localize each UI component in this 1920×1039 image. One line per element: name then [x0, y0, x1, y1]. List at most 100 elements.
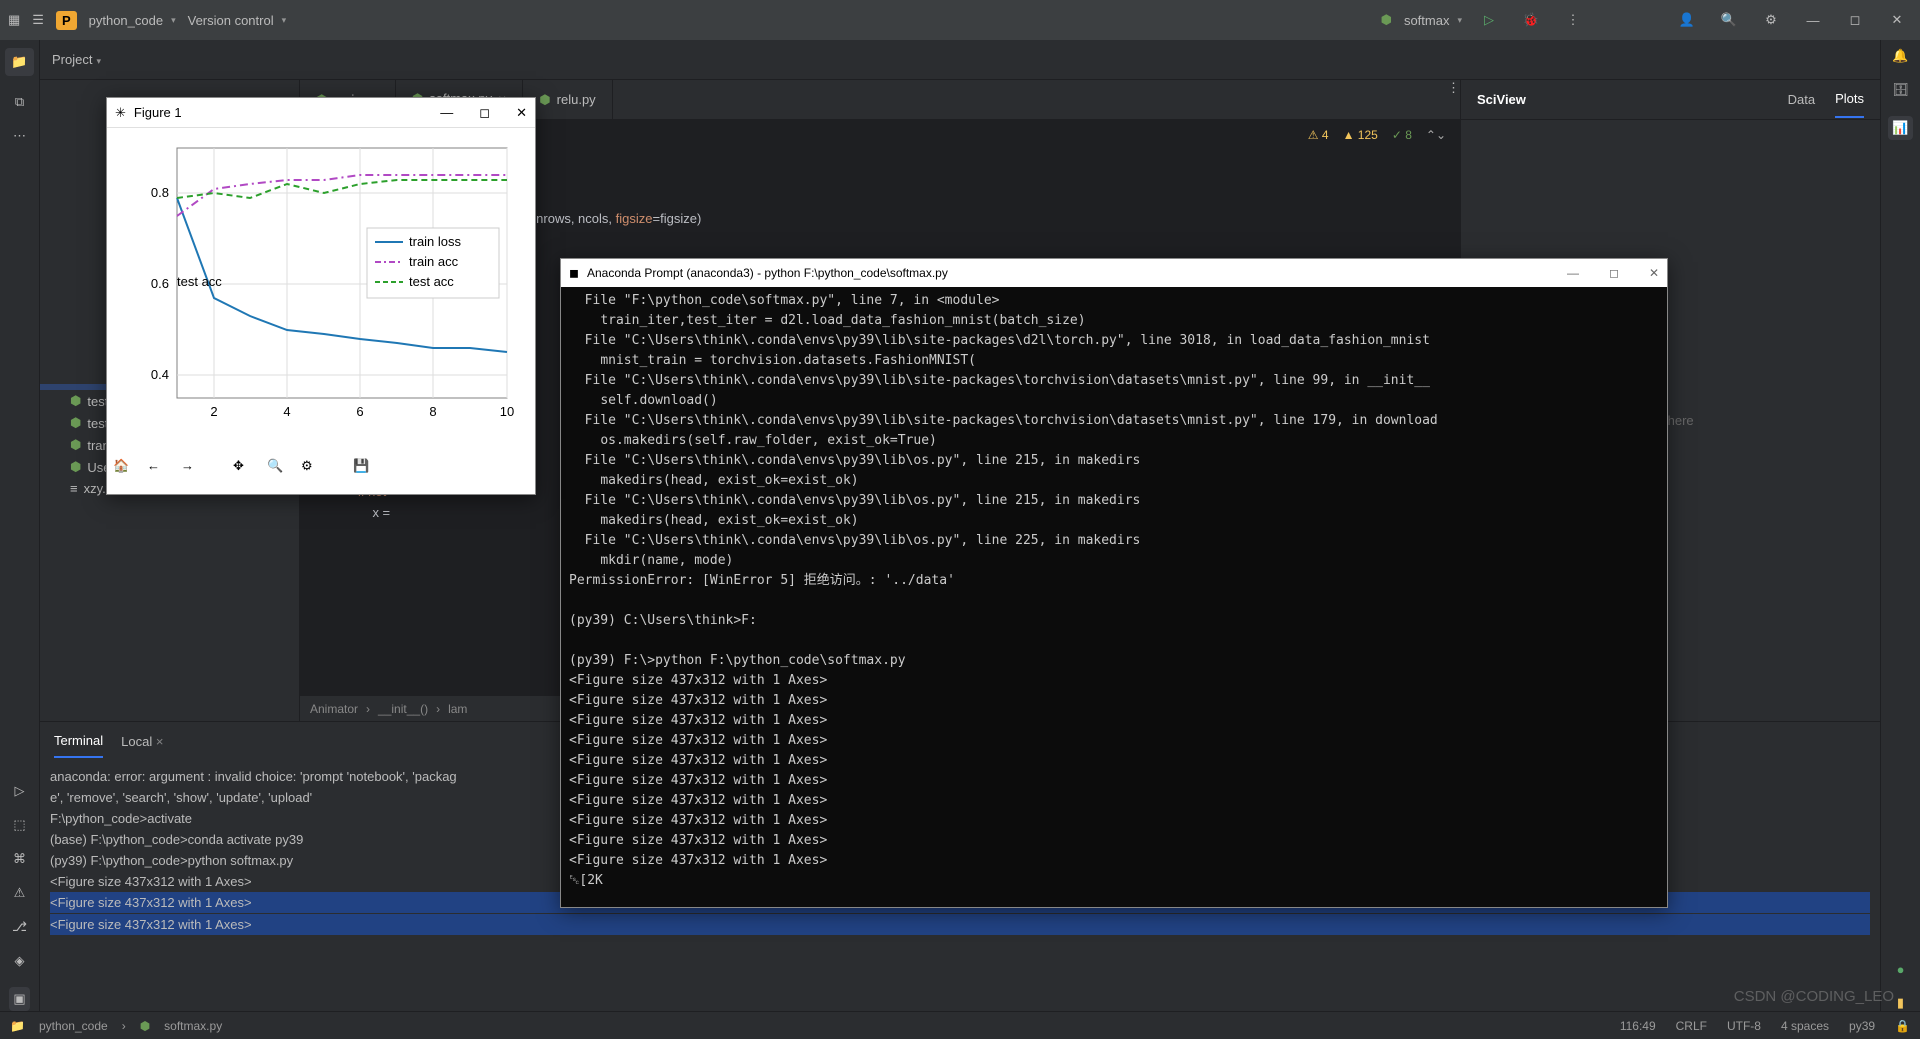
terminal-tool-icon[interactable]: ▣ [9, 987, 29, 1011]
svg-text:0.8: 0.8 [151, 185, 169, 200]
sciview-tool-icon[interactable]: 📊 [1888, 116, 1912, 140]
more-icon[interactable]: ⋮ [1558, 5, 1588, 35]
tab-menu-icon[interactable]: ⋮ [1447, 80, 1460, 119]
svg-text:test acc: test acc [409, 274, 454, 289]
problems-icon[interactable]: ⚠ [14, 885, 26, 901]
anaconda-title-text: Anaconda Prompt (anaconda3) - python F:\… [587, 266, 948, 280]
right-tool-rail: 🔔 🗄 📊 ● ▮ [1880, 40, 1920, 1011]
tab-relu[interactable]: ⬢relu.py [523, 80, 612, 119]
account-icon[interactable]: 👤 [1672, 5, 1702, 35]
database-icon[interactable]: 🗄 [1892, 82, 1909, 98]
error-count: 4 [1322, 128, 1329, 142]
maximize-icon[interactable]: ◻ [1840, 5, 1870, 35]
status-position[interactable]: 116:49 [1620, 1019, 1656, 1033]
crumb[interactable]: __init__() [378, 702, 428, 716]
anaconda-titlebar[interactable]: ◼ Anaconda Prompt (anaconda3) - python F… [561, 259, 1667, 287]
notifications-icon[interactable]: 🔔 [1892, 48, 1908, 64]
svg-text:0.6: 0.6 [151, 276, 169, 291]
version-control-dropdown[interactable]: Version control [188, 13, 287, 28]
minimize-icon[interactable]: — [1798, 5, 1828, 35]
python-file-icon: ⬢ [70, 415, 81, 431]
run-tool-icon[interactable]: ▷ [15, 783, 25, 799]
terminal-tab[interactable]: Terminal [54, 725, 103, 758]
back-icon[interactable]: ← [147, 458, 173, 484]
pan-icon[interactable]: ✥ [233, 458, 259, 484]
structure-icon[interactable]: ⧉ [15, 94, 24, 110]
project-tree-header[interactable]: Project [52, 52, 101, 67]
svg-text:6: 6 [356, 404, 363, 419]
close-icon[interactable]: ✕ [1649, 266, 1659, 280]
debug-icon[interactable]: 🐞 [1516, 5, 1546, 35]
chart-svg: 2 4 6 8 10 0.4 0.6 0.8 train loss train … [107, 128, 537, 448]
python-file-icon: ⬢ [70, 393, 81, 409]
session-close-icon[interactable]: × [156, 734, 164, 749]
anaconda-window[interactable]: ◼ Anaconda Prompt (anaconda3) - python F… [560, 258, 1668, 908]
sciview-label: SciView [1477, 82, 1526, 117]
forward-icon[interactable]: → [181, 458, 207, 484]
terminal-session-tab[interactable]: Local × [121, 726, 163, 757]
status-bar: 📁 python_code› ⬢ softmax.py 116:49 CRLF … [0, 1011, 1920, 1039]
run-icon[interactable]: ▷ [1474, 5, 1504, 35]
inspection-widget[interactable]: ⚠ 4 ▲ 125 ✓ 8 ⌃⌄ [1308, 128, 1446, 142]
tab-data[interactable]: Data [1788, 82, 1815, 117]
tab-plots[interactable]: Plots [1835, 81, 1864, 118]
svg-text:2: 2 [210, 404, 217, 419]
folder-icon: 📁 [10, 1019, 25, 1033]
typo-count: 8 [1405, 128, 1412, 142]
cmd-icon: ◼ [569, 266, 579, 280]
series-test-acc [177, 180, 507, 198]
matplotlib-icon: ✳ [115, 105, 126, 121]
close-icon[interactable]: ✕ [1882, 5, 1912, 35]
terminal-line: <Figure size 437x312 with 1 Axes> [50, 914, 1870, 935]
save-icon[interactable]: 💾 [353, 458, 379, 484]
watermark: CSDN @CODING_LEO [1734, 988, 1894, 1005]
packages-icon[interactable]: ⬚ [13, 817, 25, 833]
close-icon[interactable]: ✕ [516, 105, 527, 121]
status-file[interactable]: softmax.py [164, 1019, 222, 1033]
lock-icon[interactable]: 🔒 [1895, 1019, 1910, 1033]
vcs-icon[interactable]: ⎇ [12, 919, 27, 935]
chevron-up-down-icon[interactable]: ⌃⌄ [1426, 128, 1446, 142]
svg-text:10: 10 [500, 404, 514, 419]
maximize-icon[interactable]: ◻ [1609, 266, 1619, 280]
warn-count: 125 [1358, 128, 1378, 142]
project-tool-icon[interactable]: 📁 [5, 48, 33, 76]
anaconda-output[interactable]: File "F:\python_code\softmax.py", line 7… [561, 287, 1667, 907]
app-menu-icon[interactable]: ▦ [8, 12, 20, 28]
crumb[interactable]: lam [448, 702, 467, 716]
minimize-icon[interactable]: — [440, 105, 453, 121]
python-console-icon[interactable]: ⌘ [13, 851, 26, 867]
tab-label: relu.py [557, 92, 596, 107]
hamburger-icon[interactable]: ☰ [32, 12, 44, 28]
svg-text:test acc: test acc [177, 274, 222, 289]
left-tool-rail: 📁 ⧉ ⋯ ▷ ⬚ ⌘ ⚠ ⎇ ◈ ▣ [0, 40, 40, 1011]
more-tools-icon[interactable]: ⋯ [13, 128, 26, 144]
zoom-icon[interactable]: 🔍 [267, 458, 293, 484]
status-folder[interactable]: python_code [39, 1019, 108, 1033]
status-interpreter[interactable]: py39 [1849, 1019, 1875, 1033]
status-indent[interactable]: 4 spaces [1781, 1019, 1829, 1033]
maximize-icon[interactable]: ◻ [479, 105, 490, 121]
svg-text:8: 8 [429, 404, 436, 419]
figure-window[interactable]: ✳ Figure 1 — ◻ ✕ 2 4 6 8 10 0.4 [106, 97, 536, 495]
run-config-dropdown[interactable]: softmax [1404, 13, 1462, 28]
minimize-icon[interactable]: — [1567, 266, 1579, 280]
project-name-dropdown[interactable]: python_code [89, 13, 176, 28]
configure-icon[interactable]: ⚙ [301, 458, 327, 484]
status-encoding[interactable]: UTF-8 [1727, 1019, 1761, 1033]
python-file-icon: ⬢ [70, 437, 81, 453]
project-badge: P [56, 11, 77, 30]
settings-icon[interactable]: ⚙ [1756, 5, 1786, 35]
crumb[interactable]: Animator [310, 702, 358, 716]
python-icon: ⬢ [1381, 12, 1392, 28]
svg-text:4: 4 [283, 404, 290, 419]
figure-titlebar[interactable]: ✳ Figure 1 — ◻ ✕ [107, 98, 535, 128]
svg-text:train acc: train acc [409, 254, 459, 269]
search-icon[interactable]: 🔍 [1714, 5, 1744, 35]
text-file-icon: ≡ [70, 481, 78, 496]
services-icon[interactable]: ◈ [15, 953, 25, 969]
home-icon[interactable]: 🏠 [113, 458, 139, 484]
figure-title-text: Figure 1 [134, 105, 182, 120]
status-eol[interactable]: CRLF [1676, 1019, 1707, 1033]
figure-plot: 2 4 6 8 10 0.4 0.6 0.8 train loss train … [107, 128, 535, 448]
